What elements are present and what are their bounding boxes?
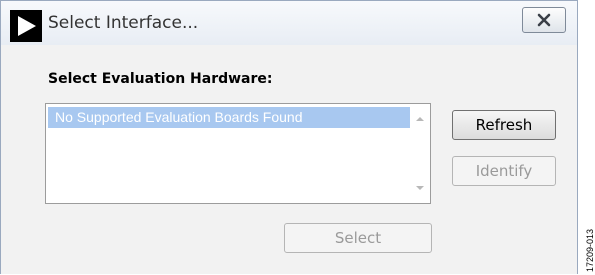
close-button[interactable] [522, 7, 566, 33]
refresh-button[interactable]: Refresh [452, 110, 556, 140]
hardware-listbox[interactable]: No Supported Evaluation Boards Found [45, 103, 431, 204]
list-item[interactable]: No Supported Evaluation Boards Found [48, 107, 410, 128]
scroll-down-arrow-icon[interactable] [416, 186, 424, 190]
figure-code: 17209-013 [585, 228, 595, 272]
dialog-window: Select Interface... Select Evaluation Ha… [0, 0, 578, 274]
section-heading: Select Evaluation Hardware: [48, 71, 273, 87]
window-title: Select Interface... [48, 13, 199, 33]
close-x-icon [537, 13, 551, 27]
play-arrow-icon [10, 10, 42, 42]
scroll-up-arrow-icon[interactable] [416, 117, 424, 121]
identify-button[interactable]: Identify [452, 156, 556, 186]
vertical-scrollbar[interactable] [410, 104, 430, 203]
title-bar: Select Interface... [1, 1, 577, 45]
select-button[interactable]: Select [284, 223, 432, 253]
